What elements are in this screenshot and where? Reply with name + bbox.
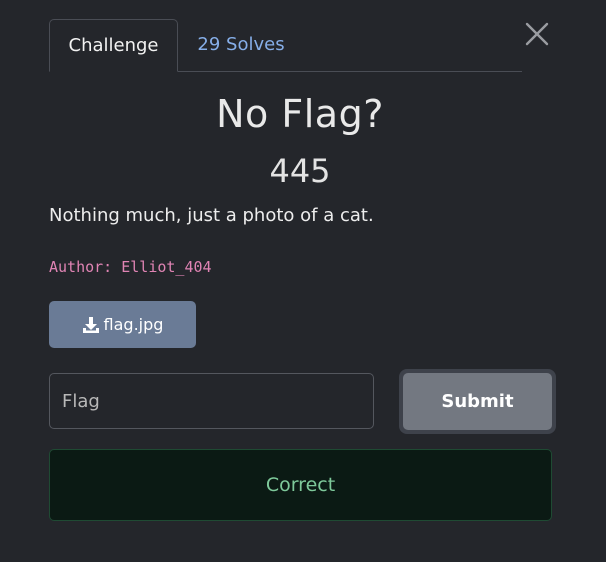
- result-message: Correct: [49, 449, 552, 521]
- challenge-tabs: Challenge 29 Solves: [49, 19, 522, 72]
- challenge-points: 445: [269, 152, 331, 190]
- challenge-title: No Flag?: [216, 92, 384, 136]
- result-text: Correct: [265, 474, 336, 496]
- challenge-modal: Challenge 29 Solves No Flag? 445 Nothing…: [0, 0, 606, 562]
- tab-solves[interactable]: 29 Solves: [186, 19, 296, 70]
- flag-input[interactable]: [49, 373, 374, 429]
- download-icon: [82, 316, 99, 333]
- submit-button[interactable]: Submit: [399, 369, 556, 434]
- close-icon: [525, 22, 549, 46]
- tab-challenge[interactable]: Challenge: [49, 19, 178, 72]
- submit-label: Submit: [403, 373, 552, 430]
- file-name: flag.jpg: [103, 315, 164, 334]
- download-file-button[interactable]: flag.jpg: [49, 301, 196, 348]
- close-button[interactable]: [524, 20, 550, 48]
- challenge-author: Author: Elliot_404: [49, 258, 212, 276]
- challenge-description: Nothing much, just a photo of a cat.: [49, 205, 374, 226]
